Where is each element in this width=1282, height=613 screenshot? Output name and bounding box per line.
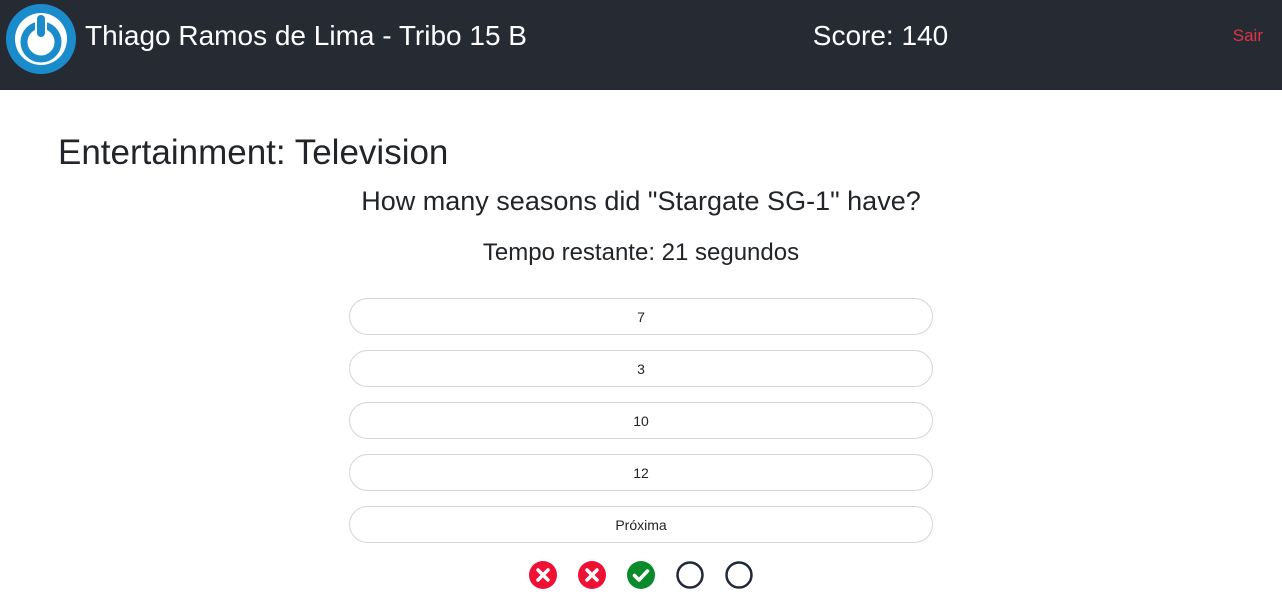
navbar: Thiago Ramos de Lima - Tribo 15 B Score:…	[0, 0, 1282, 90]
correct-answer-icon	[627, 561, 655, 589]
next-button[interactable]: Próxima	[349, 506, 933, 543]
answer-option[interactable]: 3	[349, 350, 933, 387]
power-button-icon[interactable]	[5, 3, 77, 75]
user-name: Thiago Ramos de Lima - Tribo 15 B	[85, 20, 527, 51]
wrong-answer-icon	[529, 561, 557, 589]
answer-option[interactable]: 10	[349, 402, 933, 439]
answer-options: 7 3 10 12 Próxima	[349, 298, 933, 558]
question-text: How many seasons did "Stargate SG-1" hav…	[361, 186, 921, 216]
pending-answer-icon	[676, 561, 704, 589]
wrong-answer-icon	[578, 561, 606, 589]
answer-option[interactable]: 12	[349, 454, 933, 491]
score-display: Score: 140	[812, 20, 949, 51]
results-tracker	[528, 560, 768, 590]
pending-answer-icon	[725, 561, 753, 589]
time-remaining: Tempo restante: 21 segundos	[482, 239, 800, 266]
logout-link[interactable]: Sair	[1233, 25, 1263, 47]
answer-option[interactable]: 7	[349, 298, 933, 335]
category-title: Entertainment: Television	[58, 133, 449, 172]
